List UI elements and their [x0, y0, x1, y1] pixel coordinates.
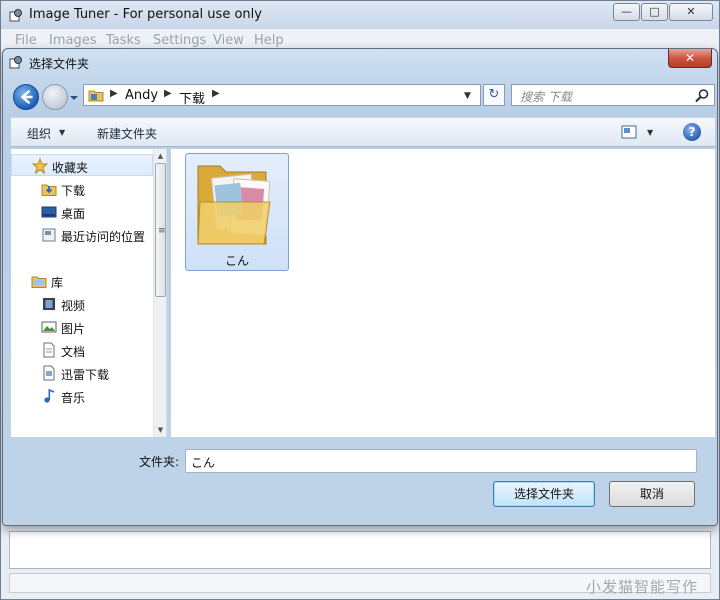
- nav-item-music[interactable]: 音乐: [11, 385, 153, 407]
- nav-item-label: 下载: [61, 184, 86, 198]
- menu-images[interactable]: Images: [49, 33, 97, 48]
- nav-item-label: 迅雷下载: [61, 368, 110, 382]
- menu-settings[interactable]: Settings: [153, 33, 206, 48]
- new-folder-button[interactable]: 新建文件夹: [97, 125, 157, 142]
- navigation-pane: 收藏夹 下载 桌面 最近访问的位置 库 视频 图片 文档 迅雷下载 音乐 ▲ ≡…: [11, 149, 167, 437]
- grip-icon: ≡: [158, 226, 166, 236]
- document-icon: [43, 342, 55, 358]
- minimize-button[interactable]: —: [613, 3, 640, 21]
- scroll-up-icon[interactable]: ▲: [154, 149, 166, 163]
- cancel-button[interactable]: 取消: [609, 481, 695, 507]
- breadcrumb-separator-icon[interactable]: ▶: [212, 88, 220, 99]
- folder-icon: [88, 90, 104, 102]
- nav-item-desktop[interactable]: 桌面: [11, 201, 153, 223]
- folder-item[interactable]: こん: [185, 153, 289, 271]
- nav-item-label: 文档: [61, 345, 86, 359]
- search-input[interactable]: 搜索 下载: [511, 84, 715, 106]
- nav-item-label: 音乐: [61, 391, 86, 405]
- scroll-down-icon[interactable]: ▼: [154, 423, 166, 437]
- nav-item-label: 最近访问的位置: [61, 230, 146, 244]
- watermark: 小发猫智能写作: [586, 578, 699, 596]
- nav-libraries-label: 库: [51, 276, 64, 290]
- select-folder-button[interactable]: 选择文件夹: [493, 481, 595, 507]
- folder-field-label: 文件夹:: [139, 455, 180, 469]
- picture-icon: [41, 321, 57, 333]
- history-dropdown-icon[interactable]: [69, 94, 79, 102]
- nav-item-recent-places[interactable]: 最近访问的位置: [11, 224, 153, 246]
- app-title: Image Tuner - For personal use only: [29, 7, 262, 22]
- back-arrow-icon: [21, 90, 33, 104]
- breadcrumb-separator-icon[interactable]: ▶: [164, 88, 172, 99]
- nav-libraries[interactable]: 库: [11, 270, 153, 292]
- back-button[interactable]: [13, 84, 39, 110]
- folder-large-icon: [197, 165, 271, 245]
- download-folder-icon: [41, 184, 57, 196]
- nav-scrollbar[interactable]: ▲ ≡ ▼: [153, 149, 166, 437]
- desktop-icon: [41, 206, 57, 218]
- nav-item-label: 桌面: [61, 207, 86, 221]
- library-icon: [31, 276, 47, 288]
- breadcrumb-separator-icon[interactable]: ▶: [110, 88, 118, 99]
- view-options-icon[interactable]: [621, 125, 637, 139]
- refresh-icon: ↻: [488, 87, 500, 102]
- nav-favorites[interactable]: 收藏夹: [11, 154, 153, 176]
- dialog-titlebar: 选择文件夹 ✕: [3, 49, 717, 75]
- select-folder-dialog: 选择文件夹 ✕ ▶ Andy ▶ 下载 ▶ ▼ ↻ 搜索 下载 组织 ▼ 新建文…: [2, 48, 718, 526]
- maximize-button[interactable]: □: [641, 3, 668, 21]
- menu-file[interactable]: File: [15, 33, 37, 48]
- app-titlebar: Image Tuner - For personal use only — □ …: [1, 1, 719, 29]
- breadcrumb-downloads[interactable]: 下载: [179, 88, 205, 107]
- search-icon[interactable]: [694, 88, 710, 104]
- nav-item-label: 视频: [61, 299, 86, 313]
- video-icon: [43, 298, 55, 310]
- document-icon: [43, 365, 55, 381]
- menu-view[interactable]: View: [213, 33, 244, 48]
- dialog-app-icon: [9, 56, 22, 69]
- folder-name: こん: [224, 254, 249, 268]
- nav-item-pictures[interactable]: 图片: [11, 316, 153, 338]
- address-bar[interactable]: ▶ Andy ▶ 下载 ▶ ▼: [83, 84, 481, 107]
- nav-favorites-label: 收藏夹: [52, 161, 89, 175]
- chevron-down-icon[interactable]: ▼: [647, 128, 653, 137]
- app-content-panel: [9, 531, 711, 569]
- star-icon: [32, 158, 48, 174]
- close-button[interactable]: ✕: [669, 3, 713, 21]
- nav-item-documents[interactable]: 文档: [11, 339, 153, 361]
- nav-item-label: 图片: [61, 322, 86, 336]
- organize-button[interactable]: 组织: [27, 125, 51, 142]
- help-icon[interactable]: ?: [683, 123, 701, 141]
- scroll-thumb[interactable]: ≡: [155, 163, 166, 297]
- search-placeholder: 搜索 下载: [520, 90, 572, 104]
- dialog-close-button[interactable]: ✕: [668, 49, 712, 68]
- menu-tasks[interactable]: Tasks: [106, 33, 141, 48]
- folder-name-field[interactable]: こん: [185, 449, 697, 473]
- address-dropdown-icon[interactable]: ▼: [464, 91, 471, 101]
- forward-button[interactable]: [42, 84, 68, 110]
- menu-help[interactable]: Help: [254, 33, 284, 48]
- app-icon: [9, 9, 22, 22]
- nav-item-downloads[interactable]: 下载: [11, 178, 153, 200]
- dialog-title: 选择文件夹: [29, 57, 90, 71]
- recent-places-icon: [42, 228, 56, 242]
- nav-item-thunder-downloads[interactable]: 迅雷下载: [11, 362, 153, 384]
- refresh-button[interactable]: ↻: [483, 84, 505, 106]
- chevron-down-icon[interactable]: ▼: [59, 128, 65, 137]
- command-toolbar: 组织 ▼ 新建文件夹 ▼ ?: [11, 117, 715, 147]
- nav-item-videos[interactable]: 视频: [11, 293, 153, 315]
- music-icon: [44, 388, 55, 403]
- breadcrumb-andy[interactable]: Andy: [125, 88, 158, 103]
- file-list-pane: こん: [171, 149, 715, 437]
